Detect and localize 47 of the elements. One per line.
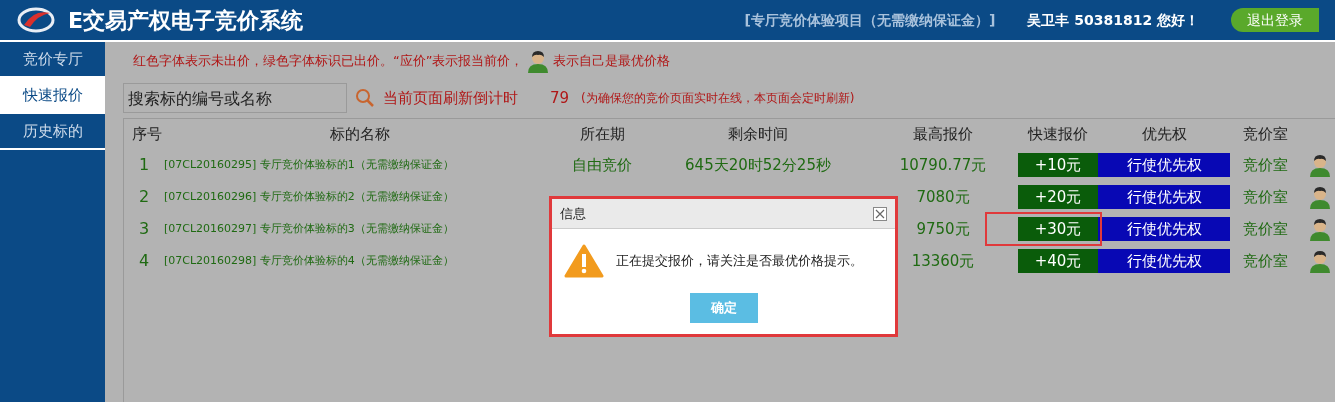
item-name[interactable]: [07CL20160295] 专厅竞价体验标的1（无需缴纳保证金） (164, 156, 556, 174)
priority-button[interactable]: 行使优先权 (1098, 217, 1230, 241)
quick-bid-button[interactable]: +20元 (1018, 185, 1098, 209)
quick-bid-button[interactable]: +30元 (1018, 217, 1098, 241)
logo-icon (16, 5, 56, 35)
quick-bid-button[interactable]: +10元 (1018, 153, 1098, 177)
column-header: 标的名称 (329, 123, 391, 145)
priority-button[interactable]: 行使优先权 (1098, 153, 1230, 177)
column-header: 所在期 (578, 123, 626, 145)
sidebar-item[interactable]: 快速报价 (0, 78, 105, 114)
project-label: [专厅竞价体验项目（无需缴纳保证金）] (744, 10, 996, 30)
dialog-title: 信息 (560, 204, 586, 223)
table-cell-text: 645天20时52分25秒 (684, 154, 832, 176)
app-title: E交易产权电子竞价系统 (68, 6, 304, 35)
person-icon (1309, 249, 1331, 273)
priority-button[interactable]: 行使优先权 (1098, 185, 1230, 209)
dialog-message: 正在提交报价，请关注是否最优价格提示。 (616, 252, 863, 271)
table-cell-text: 自由竞价 (571, 154, 633, 176)
table-cell-text: 4 (137, 250, 151, 272)
table-cell-text: 3 (137, 218, 151, 240)
column-header: 序号 (131, 123, 163, 145)
person-icon (527, 49, 550, 73)
quick-bid-button[interactable]: +40元 (1018, 249, 1098, 273)
table-cell-text: 7080元 (915, 186, 971, 208)
person-icon (1309, 217, 1331, 241)
table-cell-text: 9750元 (915, 218, 971, 240)
person-icon (1309, 153, 1331, 177)
search-field[interactable]: 搜索标的编号或名称 (123, 83, 347, 113)
table-cell-text: 10790.77元 (898, 154, 988, 176)
table-cell-text: 1 (137, 154, 151, 176)
column-header: 最高报价 (912, 123, 974, 145)
warning-icon (564, 244, 604, 278)
countdown-value: 79 (550, 87, 570, 109)
refresh-label: 当前页面刷新倒计时 (383, 87, 518, 109)
column-header: 快速报价 (1026, 123, 1089, 145)
legend-text: 红色字体表示未出价，绿色字体标识已出价。“应价”表示报当前价， (133, 52, 524, 71)
column-header: 竞价室 (1241, 123, 1289, 145)
table-cell-text: 2 (137, 186, 151, 208)
refresh-note: (为确保您的竞价页面实时在线，本页面会定时刷新) (581, 90, 855, 107)
priority-button[interactable]: 行使优先权 (1098, 249, 1230, 273)
column-header: 剩余时间 (727, 123, 789, 145)
close-icon[interactable] (873, 206, 887, 221)
table-cell-text: 13360元 (910, 250, 976, 272)
person-icon (1309, 185, 1331, 209)
column-header: 优先权 (1140, 123, 1188, 145)
greeting-text: 吴卫丰 50381812 您好！ (1027, 10, 1199, 30)
legend-text: 表示自己是最优价格 (553, 52, 671, 71)
